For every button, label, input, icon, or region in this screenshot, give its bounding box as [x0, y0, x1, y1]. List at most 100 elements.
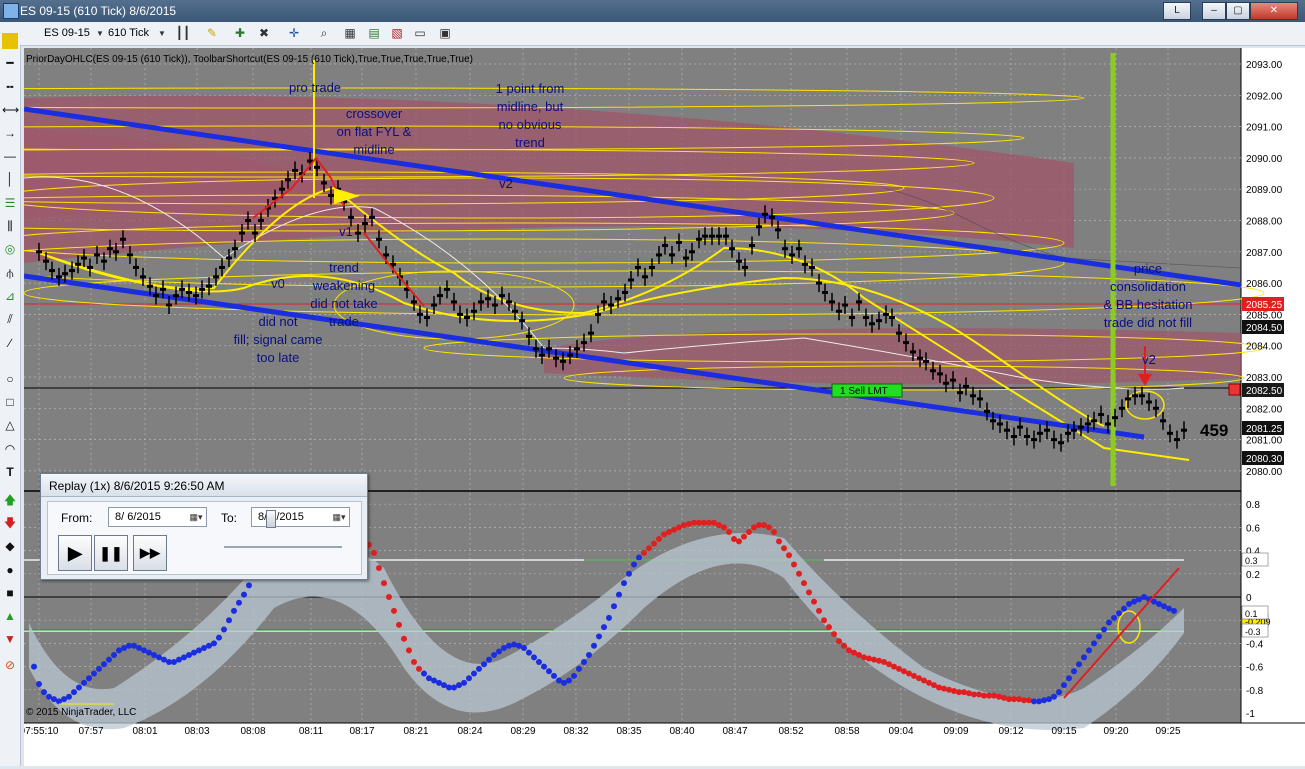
strategies-icon[interactable]: ▧	[389, 26, 405, 41]
tick-counter: 459	[1200, 421, 1228, 440]
replay-window[interactable]: Replay (1x) 8/6/2015 9:26:50 AM From: 8/…	[40, 473, 368, 580]
selector-icon[interactable]	[2, 33, 18, 49]
diamond-icon[interactable]: ◆	[2, 538, 18, 554]
chart-area[interactable]: 2093.00 2092.00 2091.00 2090.00 2089.00 2088.…	[0, 48, 1305, 766]
text-icon[interactable]: T	[2, 464, 18, 480]
indicators-icon[interactable]: ▤	[366, 26, 382, 41]
osc-dot	[1051, 693, 1057, 700]
pause-button[interactable]: ❚❚	[94, 535, 128, 571]
calendar-dropdown-icon[interactable]: ▦▾	[331, 508, 347, 526]
order-label[interactable]: 1 Sell LMT	[840, 386, 888, 397]
close-button[interactable]: ✕	[1250, 2, 1298, 20]
rectangle-icon[interactable]: □	[2, 394, 18, 410]
osc-dot	[546, 668, 552, 675]
ray-icon[interactable]: ╍	[2, 79, 18, 95]
osc-dot	[806, 589, 812, 596]
replay-title: Replay (1x) 8/6/2015 9:26:50 AM	[49, 479, 225, 493]
replay-speed-track[interactable]	[224, 546, 342, 548]
arrow-up-icon[interactable]: 🡅	[2, 492, 18, 508]
price-badge-text: 2084.50	[1246, 323, 1283, 334]
arrow-down-icon[interactable]: 🡇	[2, 515, 18, 531]
annotation-v2-top: v2	[499, 176, 513, 191]
osc-dot	[1101, 626, 1107, 633]
ellipse-icon[interactable]: ○	[2, 371, 18, 387]
triangle-down-icon[interactable]: ▼	[2, 631, 18, 647]
pencil-icon[interactable]: ✎	[204, 26, 220, 41]
vertical-line-icon[interactable]: │	[2, 171, 18, 187]
osc-dot	[386, 594, 392, 600]
osc-dot	[576, 665, 582, 672]
osc-dot	[86, 675, 92, 682]
properties-icon[interactable]: ▭	[412, 26, 428, 41]
osc-dot	[101, 661, 107, 668]
price-chart[interactable]: 2093.00 2092.00 2091.00 2090.00 2089.00 2088.…	[0, 48, 1305, 766]
replay-speed-thumb[interactable]	[266, 510, 276, 528]
time-axis-label: 08:29	[510, 726, 535, 737]
osc-dot	[1116, 610, 1122, 617]
andrews-pitchfork-icon[interactable]: ⫼	[2, 218, 18, 234]
link-button[interactable]: L	[1163, 2, 1191, 20]
replay-controls: From: 8/ 6/2015 ▦▾ To: 8/ 7/2015 ▦▾ ▶ ❚❚…	[47, 501, 362, 575]
price-axis-label: 2092.00	[1246, 91, 1283, 102]
osc-dot	[1041, 697, 1047, 704]
triangle-icon[interactable]: △	[2, 417, 18, 433]
triangle-up-icon[interactable]: ▲	[2, 608, 18, 624]
osc-dot	[796, 570, 802, 577]
add-object-icon[interactable]: ✚	[232, 26, 248, 41]
ruler-icon[interactable]: ∕	[2, 335, 18, 351]
osc-dot	[1026, 697, 1032, 704]
osc-dot	[1081, 654, 1087, 661]
osc-dot	[816, 607, 822, 614]
interval-selector[interactable]: 610 Tick	[108, 27, 149, 39]
regression-channel-icon[interactable]: ⫛	[2, 265, 18, 281]
fibonacci-icon[interactable]: ☰	[2, 195, 18, 211]
from-date-picker[interactable]: 8/ 6/2015 ▦▾	[108, 507, 207, 527]
osc-dot	[226, 617, 232, 624]
minimize-button[interactable]: –	[1202, 2, 1226, 20]
osc-dot	[936, 684, 942, 691]
osc-badge-text: 0.1	[1245, 609, 1258, 619]
replay-header[interactable]: Replay (1x) 8/6/2015 9:26:50 AM	[41, 474, 367, 497]
play-button[interactable]: ▶	[58, 535, 92, 571]
template-icon[interactable]: ▣	[437, 26, 453, 41]
line-icon[interactable]: ━	[2, 55, 18, 71]
osc-dot	[616, 591, 622, 598]
arc-icon[interactable]: ◠	[2, 441, 18, 457]
arrow-line-icon[interactable]: →	[2, 125, 18, 141]
zoom-icon[interactable]: ⌕	[316, 26, 332, 41]
gann-fan-icon[interactable]: ◎	[2, 241, 18, 257]
bar-type-icon[interactable]: ┃┃	[175, 26, 191, 41]
time-axis-label: 09:20	[1103, 726, 1128, 737]
crosshair-icon[interactable]: ✛	[286, 26, 302, 41]
calendar-dropdown-icon[interactable]: ▦▾	[188, 508, 204, 526]
trend-channel-icon[interactable]: ⫽	[2, 311, 18, 327]
chevron-down-icon[interactable]: ▼	[154, 26, 170, 41]
time-axis-label: 07:57	[78, 726, 103, 737]
osc-dot	[1056, 689, 1062, 696]
osc-dot	[216, 634, 222, 641]
osc-dot	[961, 689, 967, 696]
horizontal-line-icon[interactable]: —	[2, 148, 18, 164]
osc-dot	[531, 654, 537, 661]
instrument-selector[interactable]: ES 09-15	[44, 27, 90, 39]
remove-object-icon[interactable]: ✖	[256, 26, 272, 41]
maximize-button[interactable]: ▢	[1226, 2, 1250, 20]
chevron-down-icon[interactable]: ▼	[92, 26, 108, 41]
cancel-order-icon[interactable]	[1228, 383, 1241, 396]
remove-all-icon[interactable]: ⊘	[2, 657, 18, 673]
risk-reward-icon[interactable]: ⊿	[2, 288, 18, 304]
data-box-icon[interactable]: ▦	[342, 26, 358, 41]
dot-icon[interactable]: ●	[2, 562, 18, 578]
osc-dot	[581, 658, 587, 665]
osc-axis-label: 0.2	[1246, 570, 1260, 581]
osc-dot	[476, 665, 482, 672]
osc-dot	[1001, 694, 1007, 701]
time-axis-label: 08:24	[457, 726, 482, 737]
osc-dot	[951, 687, 957, 694]
osc-dot	[1061, 682, 1067, 689]
osc-dot	[41, 689, 47, 696]
fast-forward-button[interactable]: ▶▶	[133, 535, 167, 571]
extended-line-icon[interactable]: ⟷	[2, 102, 19, 118]
osc-axis-label: -0.4	[1246, 639, 1264, 650]
square-icon[interactable]: ■	[2, 585, 18, 601]
